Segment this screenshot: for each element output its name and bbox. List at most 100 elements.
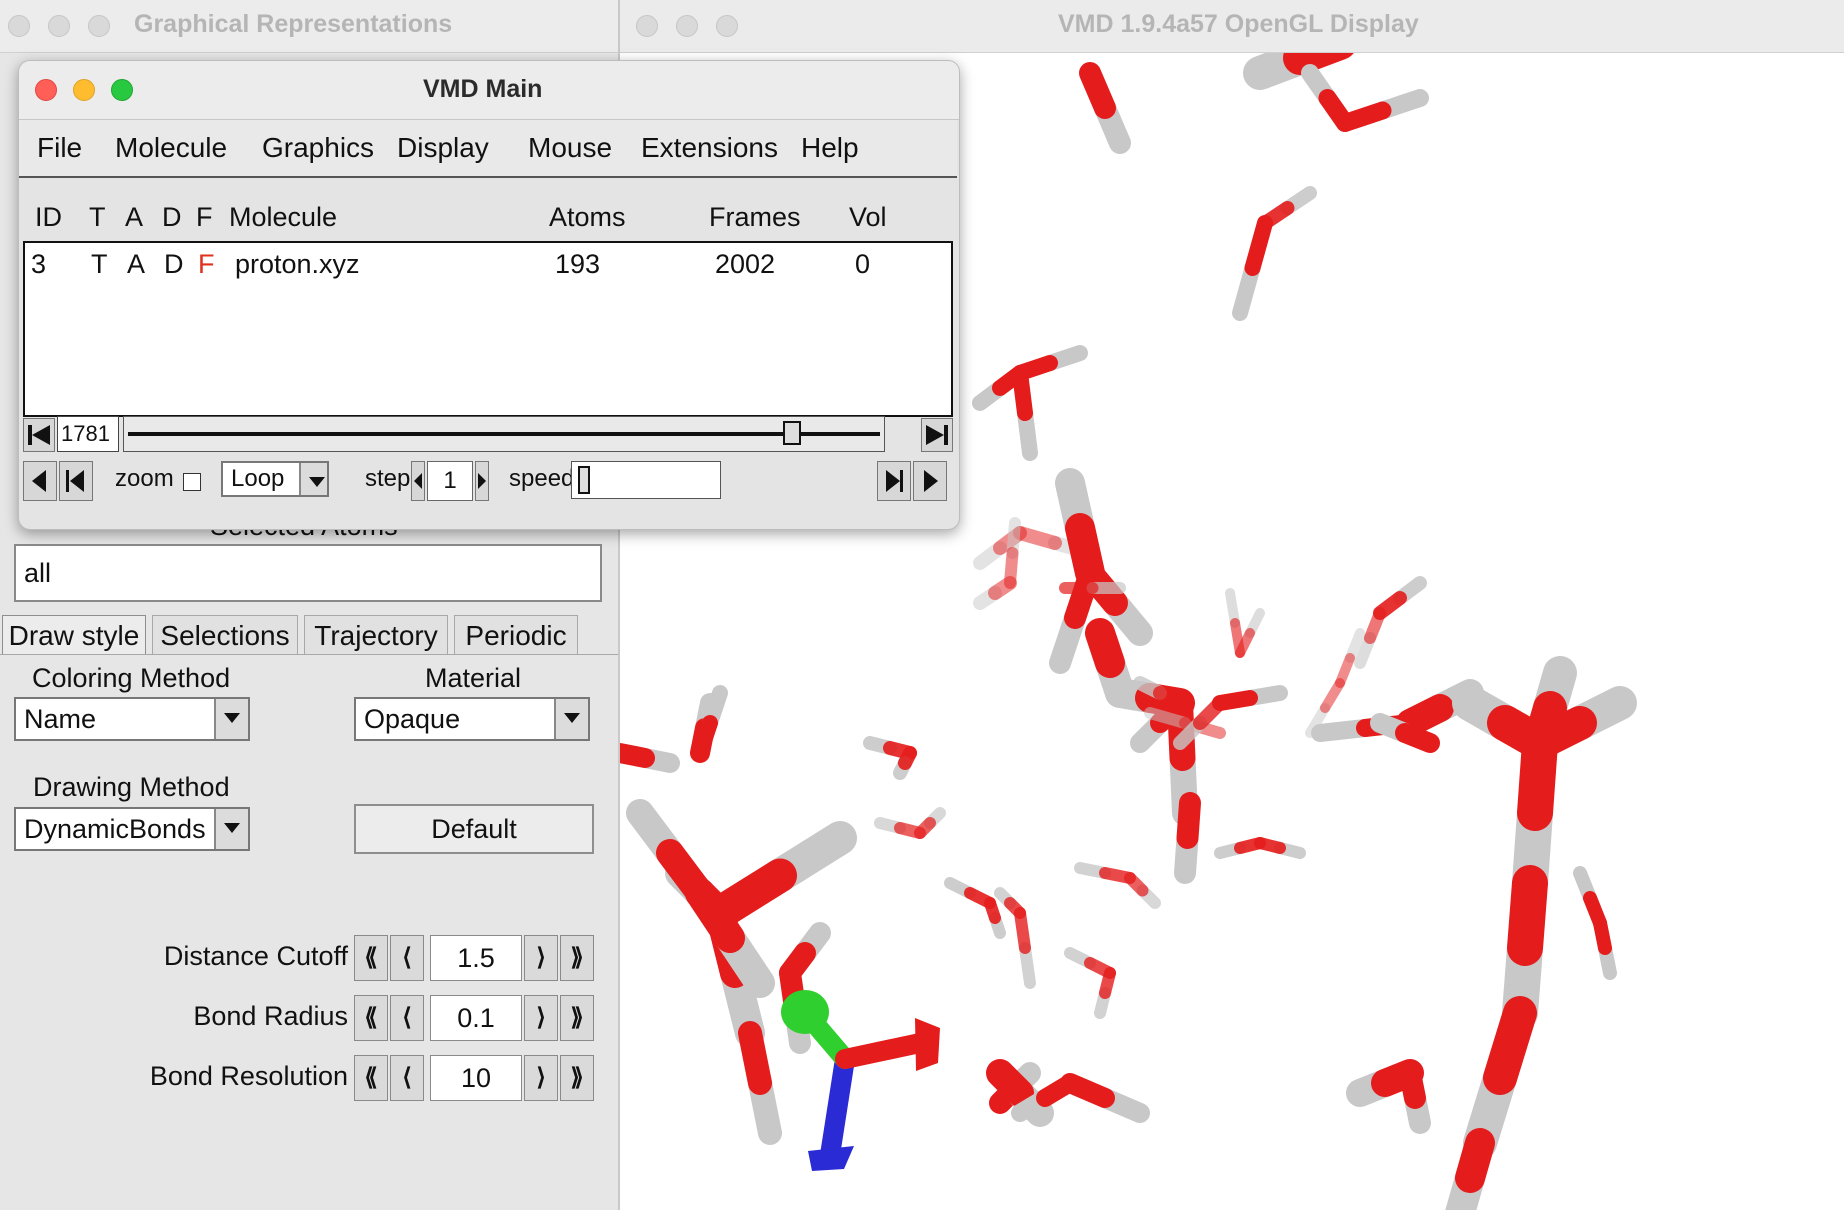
material-value: Opaque <box>364 704 461 734</box>
decrement-icon[interactable]: ⟨ <box>390 995 424 1041</box>
bond-oxygen-half <box>1283 53 1354 75</box>
fast-increment-icon[interactable]: ⟫ <box>560 1055 594 1101</box>
zoom-checkbox[interactable] <box>183 473 201 491</box>
bond-resolution-label: Bond Resolution <box>149 1061 348 1091</box>
menu-molecule[interactable]: Molecule <box>115 132 227 164</box>
mol-active-toggle[interactable]: A <box>127 249 145 280</box>
tab-trajectory[interactable]: Trajectory <box>304 615 448 655</box>
reps-titlebar: Graphical Representations <box>0 0 618 53</box>
increment-icon[interactable]: ⟩ <box>524 995 558 1041</box>
axes-indicator <box>781 990 940 1171</box>
fast-decrement-icon[interactable]: ⟪ <box>354 995 388 1041</box>
step-increment-icon[interactable] <box>475 461 489 501</box>
speed-label: speed <box>509 465 575 492</box>
minimize-icon[interactable] <box>676 15 698 37</box>
bond-oxygen-half <box>1455 1128 1495 1193</box>
opengl-titlebar: VMD 1.9.4a57 OpenGL Display <box>620 0 1844 53</box>
minimize-icon[interactable] <box>73 79 95 101</box>
mol-vol: 0 <box>855 249 871 279</box>
step-back-icon[interactable] <box>23 461 57 501</box>
increment-icon[interactable]: ⟩ <box>524 935 558 981</box>
coloring-method-dropdown[interactable]: Name <box>14 697 250 741</box>
molecule-list[interactable]: 3 T A D F proton.xyz 193 2002 0 <box>23 241 953 417</box>
bond-radius-value[interactable]: 0.1 <box>430 995 522 1041</box>
speed-thumb[interactable] <box>578 466 590 494</box>
col-a: A <box>125 202 144 232</box>
menu-file[interactable]: File <box>37 132 82 164</box>
menu-graphics[interactable]: Graphics <box>262 132 374 164</box>
play-forward-icon[interactable] <box>877 461 911 501</box>
opengl-window-title: VMD 1.9.4a57 OpenGL Display <box>1058 10 1419 38</box>
tab-periodic[interactable]: Periodic <box>454 615 578 655</box>
decrement-icon[interactable]: ⟨ <box>390 1055 424 1101</box>
drawing-method-value: DynamicBonds <box>24 814 206 844</box>
col-d: D <box>162 202 182 232</box>
close-icon[interactable] <box>636 15 658 37</box>
step-decrement-icon[interactable] <box>411 461 425 501</box>
mol-drawn-toggle[interactable]: D <box>164 249 184 280</box>
go-to-start-icon[interactable] <box>23 418 55 452</box>
menu-mouse[interactable]: Mouse <box>528 132 612 164</box>
reps-window-title: Graphical Representations <box>134 10 453 38</box>
fast-decrement-icon[interactable]: ⟪ <box>354 1055 388 1101</box>
bond-oxygen-half <box>738 1021 772 1095</box>
main-menubar: File Molecule Graphics Display Mouse Ext… <box>19 120 957 178</box>
increment-icon[interactable]: ⟩ <box>524 1055 558 1101</box>
bond-oxygen-half <box>984 897 1001 924</box>
menu-extensions[interactable]: Extensions <box>641 132 778 164</box>
step-input[interactable]: 1 <box>427 461 473 501</box>
z-axis-head <box>808 1146 854 1171</box>
minimize-icon[interactable] <box>48 15 70 37</box>
bond-oxygen-half <box>692 715 718 761</box>
bond-oxygen-half <box>1399 1062 1426 1109</box>
frame-bar: 1781 <box>23 416 953 458</box>
fast-increment-icon[interactable]: ⟫ <box>560 935 594 981</box>
loop-value: Loop <box>231 465 285 492</box>
bond-oxygen-half <box>1517 725 1558 831</box>
play-reverse-icon[interactable] <box>59 461 93 501</box>
default-button[interactable]: Default <box>354 804 594 854</box>
coloring-method-label: Coloring Method <box>32 663 231 693</box>
bond-oxygen-half <box>620 743 655 768</box>
close-icon[interactable] <box>8 15 30 37</box>
drawing-method-dropdown[interactable]: DynamicBonds <box>14 807 250 851</box>
decrement-icon[interactable]: ⟨ <box>390 935 424 981</box>
mol-name: proton.xyz <box>235 249 360 279</box>
bond-oxygen-half <box>1124 872 1149 897</box>
close-icon[interactable] <box>35 79 57 101</box>
frame-slider[interactable] <box>123 416 885 452</box>
step-forward-icon[interactable] <box>913 461 947 501</box>
bond-oxygen-half <box>894 822 926 839</box>
x-axis-arrow <box>835 1033 930 1069</box>
material-dropdown[interactable]: Opaque <box>354 697 590 741</box>
loop-dropdown[interactable]: Loop <box>221 461 329 497</box>
tab-selections[interactable]: Selections <box>152 615 298 655</box>
distance-cutoff-value[interactable]: 1.5 <box>430 935 522 981</box>
bond-oxygen-half <box>1004 897 1026 919</box>
zoom-icon[interactable] <box>88 15 110 37</box>
zoom-icon[interactable] <box>716 15 738 37</box>
z-axis-arrow <box>820 1049 855 1165</box>
go-to-end-icon[interactable] <box>921 418 953 452</box>
menu-help[interactable]: Help <box>801 132 859 164</box>
bond-resolution-value[interactable]: 10 <box>430 1055 522 1101</box>
bond-oxygen-half <box>1483 996 1537 1095</box>
bond-oxygen-half <box>1036 1074 1079 1107</box>
bond-oxygen-half <box>986 1059 1034 1107</box>
bond-oxygen-half <box>779 942 816 984</box>
zoom-icon[interactable] <box>111 79 133 101</box>
bond-oxygen-half <box>1244 215 1273 276</box>
fast-increment-icon[interactable]: ⟫ <box>560 995 594 1041</box>
mol-fixed-toggle[interactable]: F <box>198 249 215 280</box>
vmd-main-window: VMD Main File Molecule Graphics Display … <box>18 60 960 530</box>
bond-oxygen-half <box>1364 607 1386 644</box>
menu-display[interactable]: Display <box>397 132 489 164</box>
slider-thumb[interactable] <box>783 421 802 445</box>
mol-top-toggle[interactable]: T <box>91 249 108 280</box>
speed-slider[interactable] <box>571 461 721 499</box>
chevron-down-icon <box>299 463 327 495</box>
selection-input[interactable]: all <box>14 544 602 602</box>
tab-draw-style[interactable]: Draw style <box>2 615 146 655</box>
fast-decrement-icon[interactable]: ⟪ <box>354 935 388 981</box>
frame-number-input[interactable]: 1781 <box>57 416 119 452</box>
